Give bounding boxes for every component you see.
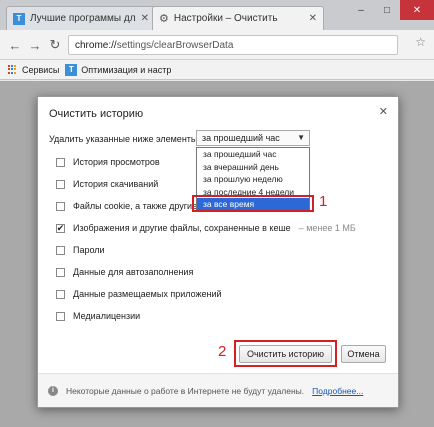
info-icon: i [48,385,58,396]
maximize-button[interactable]: □ [374,0,400,20]
tab-settings[interactable]: ⚙ Настройки – Очистить ✕ [152,6,324,30]
time-range-select[interactable]: за прошедший час ▼ [196,130,310,146]
checkbox[interactable] [56,245,65,255]
address-path: settings/clearBrowserData [116,39,234,51]
cancel-button[interactable]: Отмена [341,345,386,363]
option-passwords[interactable]: Пароли [56,243,376,257]
forward-arrow-icon[interactable]: → [26,36,44,54]
range-label: Удалить указанные ниже элементы [49,134,198,144]
clear-history-dialog: Очистить историю ✕ Удалить указанные ниж… [37,96,399,408]
favicon-t-icon: T [13,12,25,25]
bookmark-star-icon[interactable]: ☆ [415,35,426,49]
dropdown-option[interactable]: за вчерашний день [197,161,309,174]
window-controls: – □ ✕ [348,0,434,20]
checkbox[interactable] [56,201,65,211]
bookmark-services[interactable]: Сервисы [8,64,60,75]
chevron-down-icon: ▼ [297,133,305,142]
address-bar[interactable]: chrome://settings/clearBrowserData [68,35,398,55]
footer-text: Некоторые данные о работе в Интернете не… [66,385,305,396]
bookmarks-bar: Сервисы T Оптимизация и настр [0,60,434,80]
gear-icon: ⚙ [159,13,169,25]
tab-title: Настройки – Очистить [173,13,278,24]
close-icon[interactable]: ✕ [379,105,388,118]
option-label: Данные размещаемых приложений [73,289,222,299]
dropdown-option[interactable]: за прошедший час [197,148,309,161]
option-cached-images[interactable]: ✔ Изображения и другие файлы, сохраненны… [56,221,376,235]
dialog-footer: i Некоторые данные о работе в Интернете … [38,373,398,407]
checkbox[interactable] [56,267,65,277]
option-media-licenses[interactable]: Медиалицензии [56,309,376,323]
checkbox[interactable] [56,289,65,299]
option-label: Файлы cookie, а также другие [73,201,198,211]
checkbox[interactable] [56,311,65,321]
option-label: История скачиваний [73,179,159,189]
dropdown-option[interactable]: за прошлую неделю [197,173,309,186]
reload-icon[interactable]: ↻ [46,36,64,54]
window-close-button[interactable]: ✕ [400,0,434,20]
address-protocol: chrome:// [75,39,117,51]
apps-icon [8,64,18,75]
bookmark-optimization[interactable]: T Оптимизация и настр [65,63,172,76]
option-note: – менее 1 МБ [298,223,356,233]
option-hosted-apps[interactable]: Данные размещаемых приложений [56,287,376,301]
highlight-box-all-time [192,195,314,212]
tab-title: Лучшие программы для [30,13,136,24]
minimize-button[interactable]: – [348,0,374,20]
highlight-box-clear-button [234,340,337,367]
option-autofill[interactable]: Данные для автозаполнения [56,265,376,279]
selected-range: за прошедший час [202,133,280,143]
back-arrow-icon[interactable]: ← [6,36,24,54]
checkbox[interactable] [56,157,65,167]
learn-more-link[interactable]: Подробнее... [312,386,363,396]
checkbox[interactable] [56,179,65,189]
step-marker-2: 2 [218,343,227,360]
option-label: История просмотров [73,157,160,167]
close-icon[interactable]: ✕ [309,13,317,24]
close-icon[interactable]: ✕ [141,13,149,24]
bookmark-label: Сервисы [22,64,60,75]
tab-programs[interactable]: T Лучшие программы для ✕ [6,6,156,30]
bookmark-label: Оптимизация и настр [81,64,172,75]
option-label: Данные для автозаполнения [73,267,194,277]
option-label: Медиалицензии [73,311,141,321]
step-marker-1: 1 [319,193,328,210]
dialog-title: Очистить историю [49,108,144,120]
browser-toolbar: ← → ↻ chrome://settings/clearBrowserData… [0,30,434,60]
checkbox-checked[interactable]: ✔ [56,223,65,233]
option-label: Пароли [73,245,105,255]
favicon-t-icon: T [65,63,78,76]
option-label: Изображения и другие файлы, сохраненные … [73,223,291,233]
tab-strip: T Лучшие программы для ✕ ⚙ Настройки – О… [0,0,434,30]
